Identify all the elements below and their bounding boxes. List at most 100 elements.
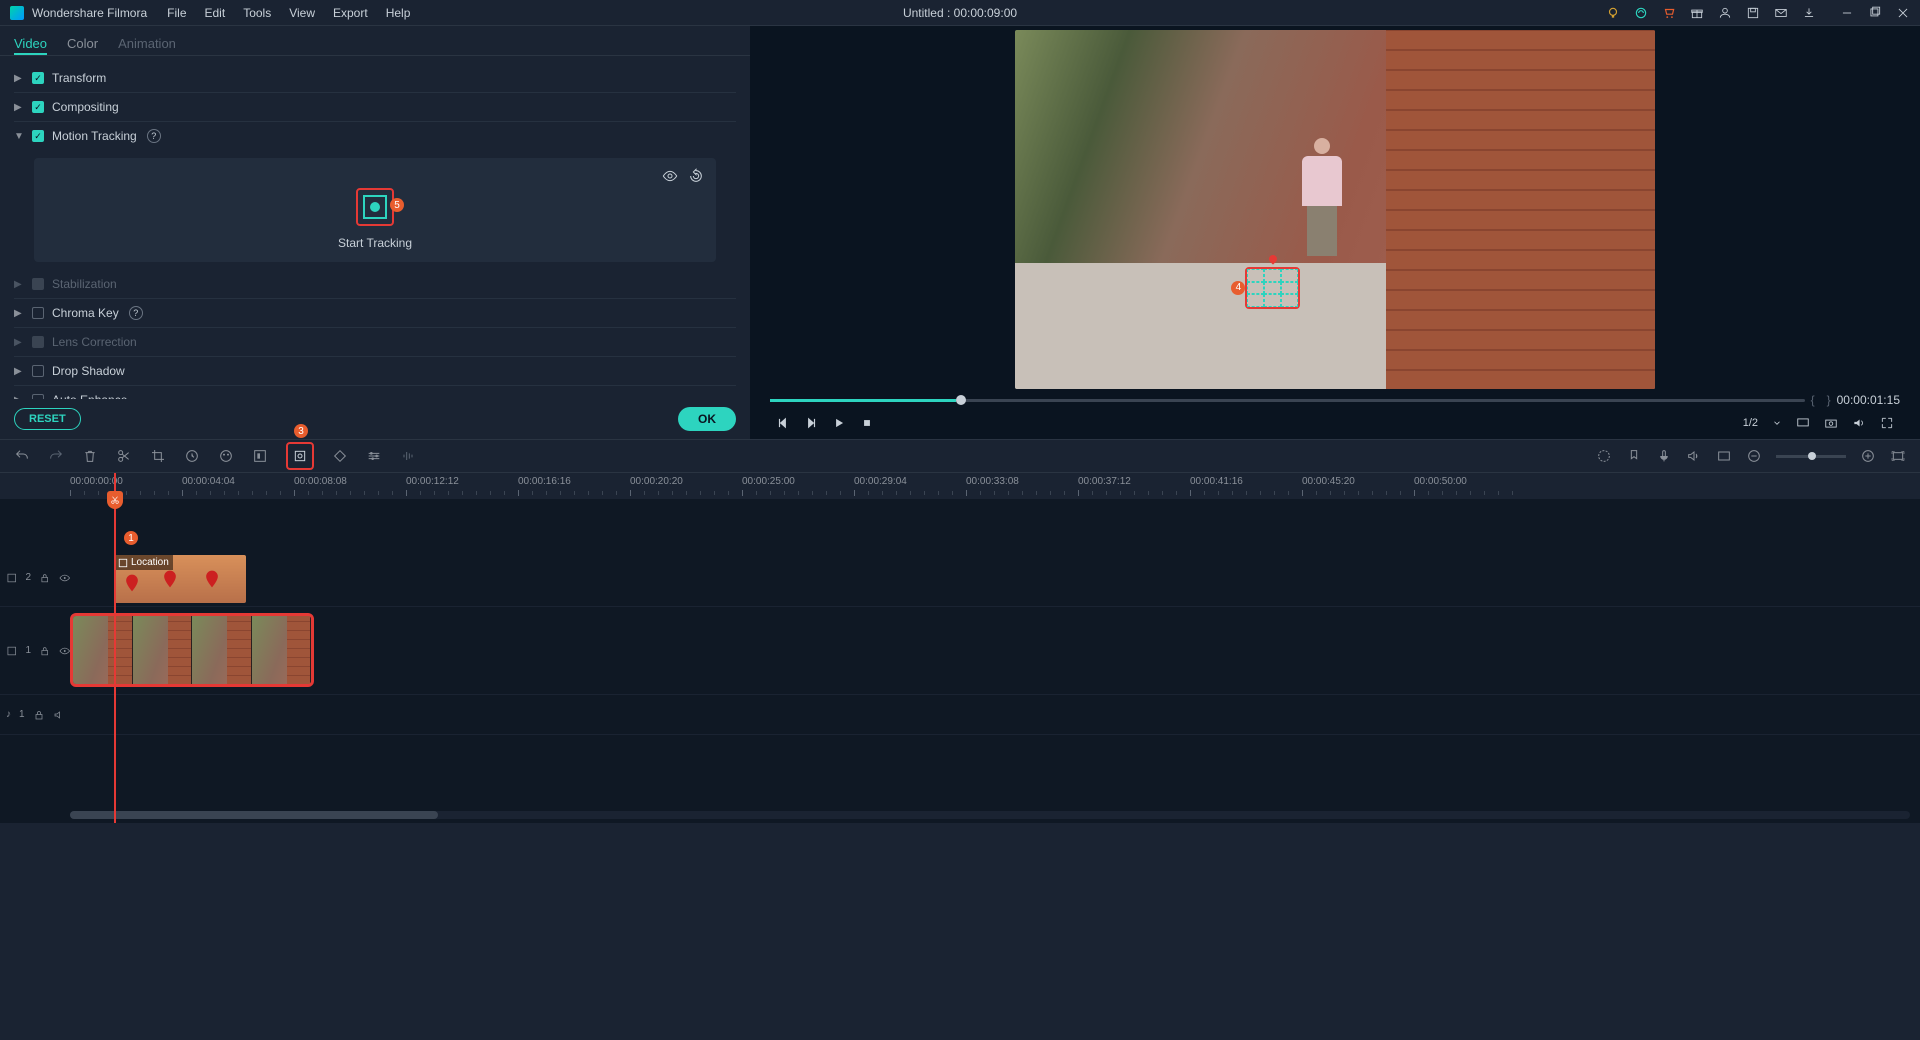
preview-ratio[interactable]: 1/2 (1743, 417, 1758, 429)
reset-icon[interactable] (688, 168, 704, 184)
play-icon[interactable] (832, 416, 846, 430)
split-icon[interactable] (116, 448, 132, 464)
clip-location[interactable]: Location (114, 555, 246, 603)
zoom-out-icon[interactable] (1746, 448, 1762, 464)
chevron-right-icon[interactable]: ▶ (14, 102, 24, 113)
help-icon[interactable]: ? (129, 306, 143, 320)
maximize-icon[interactable] (1868, 6, 1882, 20)
ok-button[interactable]: OK (678, 407, 736, 431)
checkbox-motion-tracking[interactable] (32, 130, 44, 142)
save-icon[interactable] (1746, 6, 1760, 20)
checkbox-transform[interactable] (32, 72, 44, 84)
checkbox-compositing[interactable] (32, 101, 44, 113)
speed-icon[interactable] (184, 448, 200, 464)
voiceover-icon[interactable] (1656, 448, 1672, 464)
gift-icon[interactable] (1690, 6, 1704, 20)
start-tracking-button[interactable]: 5 (356, 188, 394, 226)
mail-icon[interactable] (1774, 6, 1788, 20)
display-icon[interactable] (1796, 416, 1810, 430)
download-icon[interactable] (1802, 6, 1816, 20)
crop-icon[interactable] (150, 448, 166, 464)
eye-icon[interactable] (59, 572, 70, 584)
chevron-right-icon[interactable]: ▶ (14, 279, 24, 290)
prop-motion-tracking[interactable]: ▼ Motion Tracking ? (14, 122, 736, 150)
menu-tools[interactable]: Tools (243, 6, 271, 20)
user-icon[interactable] (1718, 6, 1732, 20)
checkbox-lens-correction[interactable] (32, 336, 44, 348)
redo-icon[interactable] (48, 448, 64, 464)
minimize-icon[interactable] (1840, 6, 1854, 20)
eye-icon[interactable] (59, 645, 70, 657)
prev-frame-icon[interactable] (776, 416, 790, 430)
prop-transform[interactable]: ▶ Transform (14, 64, 736, 93)
bracket-left-icon[interactable]: { (1811, 393, 1815, 407)
fullscreen-icon[interactable] (1880, 416, 1894, 430)
prop-stabilization[interactable]: ▶ Stabilization (14, 270, 736, 299)
keyframe-icon[interactable] (332, 448, 348, 464)
green-screen-icon[interactable] (252, 448, 268, 464)
checkbox-chroma-key[interactable] (32, 307, 44, 319)
marker-icon[interactable] (1626, 448, 1642, 464)
audio-icon[interactable] (400, 448, 416, 464)
menu-help[interactable]: Help (386, 6, 411, 20)
lock-icon[interactable] (33, 709, 45, 721)
reset-button[interactable]: RESET (14, 408, 81, 430)
menu-export[interactable]: Export (333, 6, 368, 20)
chevron-down-icon[interactable] (1772, 416, 1782, 430)
prop-drop-shadow[interactable]: ▶ Drop Shadow (14, 357, 736, 386)
menu-file[interactable]: File (167, 6, 186, 20)
prop-chroma-key[interactable]: ▶ Chroma Key ? (14, 299, 736, 328)
idea-icon[interactable] (1606, 6, 1620, 20)
close-icon[interactable] (1896, 6, 1910, 20)
view-icon[interactable] (1716, 448, 1732, 464)
timeline-ruler[interactable]: 00:00:00:0000:00:04:0400:00:08:0800:00:1… (0, 473, 1920, 499)
zoom-in-icon[interactable] (1860, 448, 1876, 464)
timeline-scrollbar[interactable] (70, 811, 1910, 819)
playhead-scissors-icon[interactable] (107, 491, 123, 509)
scrub-handle[interactable] (956, 395, 966, 405)
undo-icon[interactable] (14, 448, 30, 464)
snapshot-icon[interactable] (1824, 416, 1838, 430)
menu-edit[interactable]: Edit (205, 6, 226, 20)
mixer-icon[interactable] (1686, 448, 1702, 464)
render-icon[interactable] (1596, 448, 1612, 464)
tab-color[interactable]: Color (67, 36, 98, 55)
menu-view[interactable]: View (289, 6, 315, 20)
playhead[interactable]: 1 (114, 473, 116, 823)
prop-lens-correction[interactable]: ▶ Lens Correction (14, 328, 736, 357)
scrollbar-thumb[interactable] (70, 811, 438, 819)
color-icon[interactable] (218, 448, 234, 464)
zoom-fit-icon[interactable] (1890, 448, 1906, 464)
stop-icon[interactable] (860, 416, 874, 430)
checkbox-drop-shadow[interactable] (32, 365, 44, 377)
prop-auto-enhance[interactable]: ▶ Auto Enhance (14, 386, 736, 399)
volume-icon[interactable] (1852, 416, 1866, 430)
bracket-right-icon[interactable]: } (1827, 393, 1831, 407)
tab-animation[interactable]: Animation (118, 36, 176, 55)
cart-icon[interactable] (1662, 6, 1676, 20)
chevron-down-icon[interactable]: ▼ (14, 131, 24, 142)
chevron-right-icon[interactable]: ▶ (14, 73, 24, 84)
chevron-right-icon[interactable]: ▶ (14, 366, 24, 377)
checkbox-stabilization[interactable] (32, 278, 44, 290)
chevron-right-icon[interactable]: ▶ (14, 308, 24, 319)
tab-video[interactable]: Video (14, 36, 47, 55)
badge-5: 5 (390, 198, 404, 212)
clip-video[interactable]: Sample Vid... 2 (70, 613, 314, 687)
adjust-icon[interactable] (366, 448, 382, 464)
chevron-right-icon[interactable]: ▶ (14, 337, 24, 348)
delete-icon[interactable] (82, 448, 98, 464)
lock-icon[interactable] (39, 645, 50, 657)
next-frame-icon[interactable] (804, 416, 818, 430)
zoom-slider[interactable] (1776, 455, 1846, 458)
eye-icon[interactable] (662, 168, 678, 184)
help-icon[interactable]: ? (147, 129, 161, 143)
support-icon[interactable] (1634, 6, 1648, 20)
motion-tracking-tool[interactable]: 3 (286, 442, 314, 470)
tracking-target-overlay[interactable]: 4 (1245, 267, 1300, 309)
preview-viewport[interactable]: 4 (1015, 30, 1655, 389)
lock-icon[interactable] (39, 572, 50, 584)
mute-icon[interactable] (53, 709, 65, 721)
prop-compositing[interactable]: ▶ Compositing (14, 93, 736, 122)
preview-scrubber[interactable]: { } 00:00:01:15 (770, 393, 1900, 407)
